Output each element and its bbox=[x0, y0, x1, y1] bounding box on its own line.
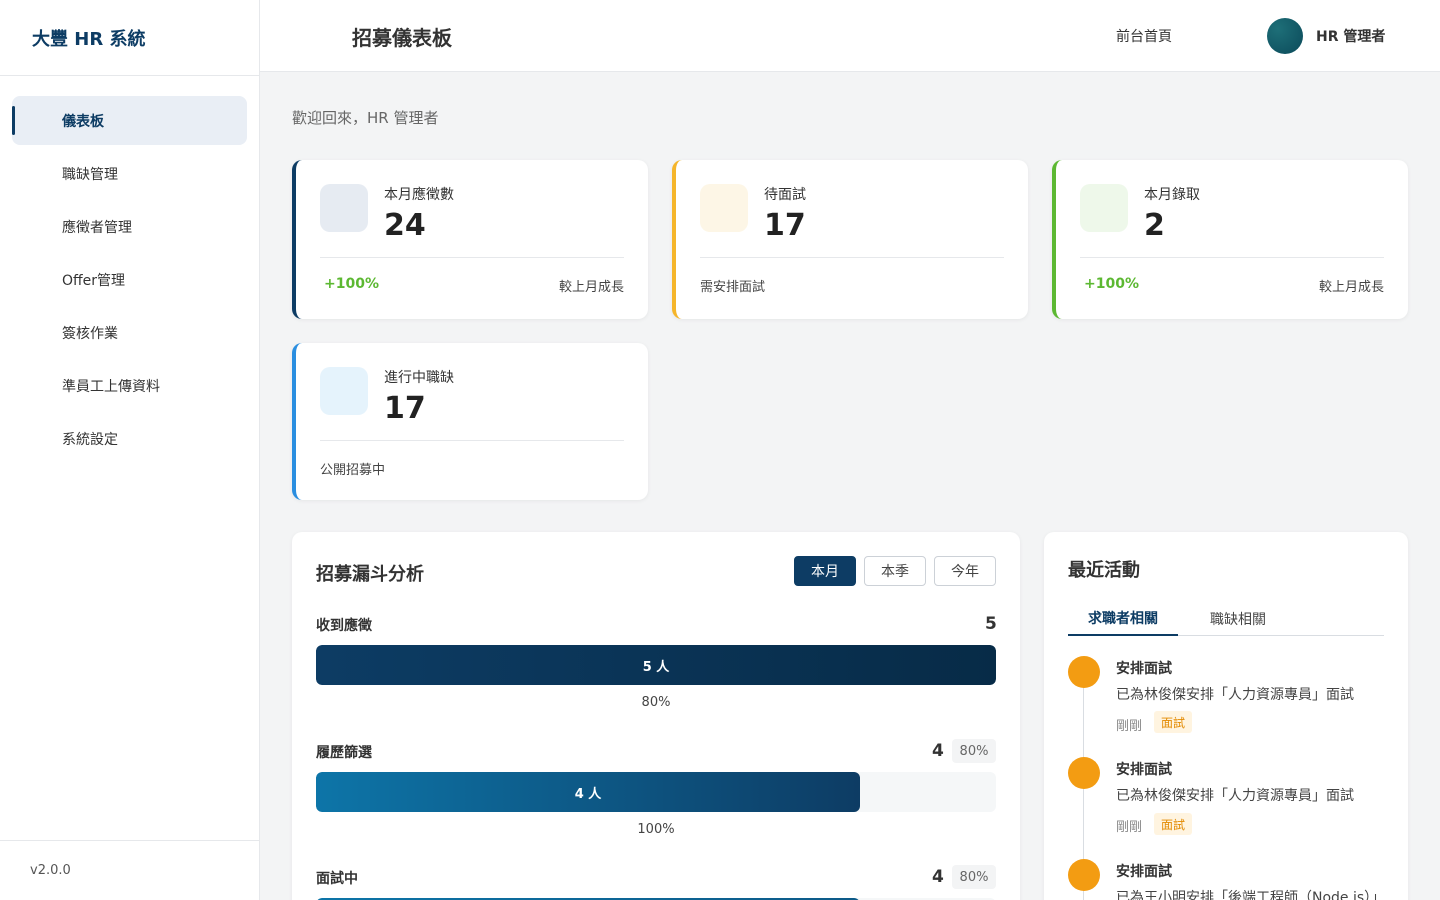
stat-note: 較上月成長 bbox=[558, 280, 624, 295]
version-label: v2.0.0 bbox=[0, 840, 259, 900]
stat-card-open-jobs: 進行中職缺 17 公開招募中 bbox=[292, 343, 648, 500]
sidebar-item-label: 簽核作業 bbox=[62, 325, 118, 342]
tab-jobs[interactable]: 職缺相關 bbox=[1183, 602, 1293, 636]
sidebar-item-settings[interactable]: 系統設定 bbox=[12, 414, 247, 463]
timeline-dot-icon bbox=[1068, 859, 1100, 891]
stage-bar-label: 5 人 bbox=[642, 659, 670, 675]
stat-label: 待面試 bbox=[764, 187, 806, 203]
stat-value: 2 bbox=[1144, 208, 1165, 243]
stat-value: 24 bbox=[384, 208, 426, 243]
divider bbox=[700, 257, 1004, 258]
stat-card-applications: 本月應徵數 24 +100% 較上月成長 bbox=[292, 160, 648, 319]
sidebar-item-onboarding-uploads[interactable]: 準員工上傳資料 bbox=[12, 361, 247, 410]
page-title: 招募儀表板 bbox=[352, 26, 452, 50]
sidebar-item-jobs[interactable]: 職缺管理 bbox=[12, 149, 247, 198]
sidebar-item-dashboard[interactable]: 儀表板 bbox=[12, 96, 247, 145]
open-jobs-icon bbox=[320, 367, 368, 415]
stat-value: 17 bbox=[384, 391, 426, 426]
sidebar: 大豐 HR 系統 儀表板 職缺管理 應徵者管理 Offer管理 簽核作業 準員工… bbox=[0, 0, 260, 900]
activity-item-time: 剛剛 bbox=[1116, 719, 1143, 734]
sidebar-item-offers[interactable]: Offer管理 bbox=[12, 255, 247, 304]
activity-tag-badge: 面試 bbox=[1154, 813, 1193, 835]
activity-tabs: 求職者相關 職缺相關 bbox=[1068, 602, 1384, 636]
divider bbox=[1080, 257, 1384, 258]
applications-icon bbox=[320, 184, 368, 232]
conversion-rate: 100% bbox=[637, 822, 675, 837]
stage-percent-badge: 80% bbox=[952, 739, 996, 763]
stat-label: 本月應徵數 bbox=[384, 187, 454, 203]
recent-activity-panel: 最近活動 求職者相關 職缺相關 安排面試 已為林俊傑安排「人力資源專員」面試 剛… bbox=[1044, 532, 1408, 900]
sidebar-item-label: Offer管理 bbox=[62, 272, 126, 289]
divider bbox=[320, 440, 624, 441]
conversion-rate: 80% bbox=[641, 695, 671, 710]
activity-item-title: 安排面試 bbox=[1116, 661, 1172, 677]
stage-bar: 5 人 bbox=[316, 645, 996, 685]
stage-count: 4 bbox=[932, 867, 944, 887]
stat-card-hired: 本月錄取 2 +100% 較上月成長 bbox=[1052, 160, 1408, 319]
period-this-quarter[interactable]: 本季 bbox=[864, 556, 926, 586]
stat-card-pending-interviews: 待面試 17 需安排面試 bbox=[672, 160, 1028, 319]
stat-note: 公開招募中 bbox=[320, 463, 386, 478]
growth-badge: +100% bbox=[324, 276, 379, 292]
sidebar-item-label: 職缺管理 bbox=[62, 166, 118, 183]
stage-track: 4 人 bbox=[316, 772, 996, 812]
period-this-month[interactable]: 本月 bbox=[794, 556, 856, 586]
sidebar-item-label: 應徵者管理 bbox=[62, 219, 132, 236]
funnel-panel: 招募漏斗分析 本月 本季 今年 收到應徵 5 5 人 80% 履歷篩選 4 80… bbox=[292, 532, 1020, 900]
divider bbox=[320, 257, 624, 258]
stat-label: 本月錄取 bbox=[1144, 187, 1200, 203]
sidebar-item-approvals[interactable]: 簽核作業 bbox=[12, 308, 247, 357]
sidebar-item-label: 準員工上傳資料 bbox=[62, 378, 160, 395]
stage-bar: 4 人 bbox=[316, 772, 860, 812]
stage-name: 履歷篩選 bbox=[316, 745, 372, 761]
funnel-title: 招募漏斗分析 bbox=[316, 564, 424, 585]
sidebar-item-applicants[interactable]: 應徵者管理 bbox=[12, 202, 247, 251]
stage-track: 5 人 bbox=[316, 645, 996, 685]
activity-item-desc: 已為林俊傑安排「人力資源專員」面試 bbox=[1116, 687, 1354, 703]
stage-count: 4 bbox=[932, 741, 944, 761]
activity-title: 最近活動 bbox=[1068, 560, 1140, 581]
brand-name: 大豐 HR 系統 bbox=[32, 28, 146, 50]
activity-tag-badge: 面試 bbox=[1154, 711, 1193, 733]
period-this-year[interactable]: 今年 bbox=[934, 556, 996, 586]
timeline-dot-icon bbox=[1068, 656, 1100, 688]
sidebar-item-label: 儀表板 bbox=[62, 113, 104, 130]
stat-value: 17 bbox=[764, 208, 806, 243]
avatar[interactable] bbox=[1267, 18, 1303, 54]
stage-percent-badge: 80% bbox=[952, 865, 996, 889]
stage-count: 5 bbox=[985, 614, 997, 634]
activity-item-title: 安排面試 bbox=[1116, 864, 1172, 880]
activity-item-title: 安排面試 bbox=[1116, 762, 1172, 778]
top-header: 招募儀表板 前台首頁 HR 管理者 bbox=[260, 0, 1440, 72]
tab-applicants[interactable]: 求職者相關 bbox=[1068, 602, 1178, 636]
stage-name: 收到應徵 bbox=[316, 618, 372, 634]
user-name[interactable]: HR 管理者 bbox=[1316, 26, 1385, 46]
welcome-message: 歡迎回來，HR 管理者 bbox=[292, 109, 439, 127]
brand-logo[interactable]: 大豐 HR 系統 bbox=[0, 0, 259, 76]
sidebar-item-label: 系統設定 bbox=[62, 431, 118, 448]
activity-item-time: 剛剛 bbox=[1116, 820, 1143, 835]
activity-item-desc: 已為林俊傑安排「人力資源專員」面試 bbox=[1116, 788, 1354, 804]
interview-icon bbox=[700, 184, 748, 232]
timeline-dot-icon bbox=[1068, 757, 1100, 789]
stat-note: 較上月成長 bbox=[1318, 280, 1384, 295]
stage-name: 面試中 bbox=[316, 871, 358, 887]
stat-note: 需安排面試 bbox=[700, 280, 766, 295]
front-page-link[interactable]: 前台首頁 bbox=[1116, 26, 1172, 46]
hired-icon bbox=[1080, 184, 1128, 232]
sidebar-nav: 儀表板 職缺管理 應徵者管理 Offer管理 簽核作業 準員工上傳資料 系統設定 bbox=[0, 76, 259, 463]
stat-label: 進行中職缺 bbox=[384, 370, 454, 386]
activity-item-desc: 已為王小明安排「後端工程師（Node.js）」 bbox=[1116, 890, 1386, 900]
stage-bar-label: 4 人 bbox=[574, 786, 602, 802]
growth-badge: +100% bbox=[1084, 276, 1139, 292]
